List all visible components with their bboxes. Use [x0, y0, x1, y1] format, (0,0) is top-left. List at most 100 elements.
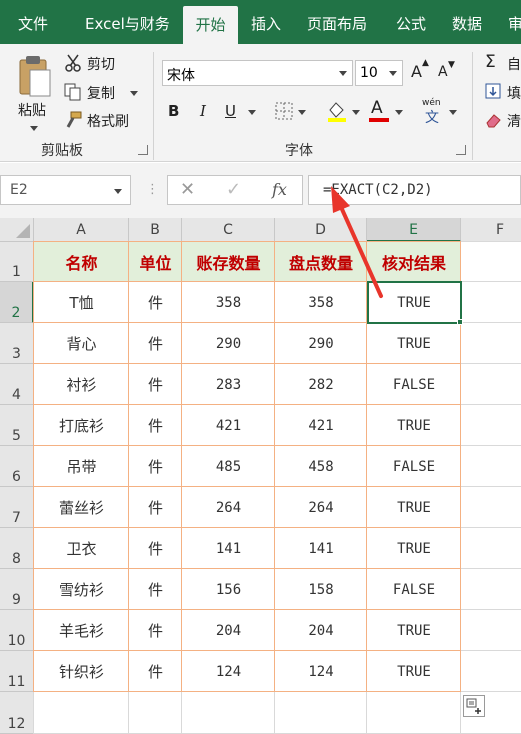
table-cell[interactable]: TRUE [367, 405, 461, 446]
italic-button[interactable]: I [200, 102, 206, 120]
header-cell[interactable]: 单位 [129, 242, 182, 282]
font-name-select[interactable]: 宋体 [162, 60, 353, 86]
table-cell[interactable]: 打底衫 [34, 405, 129, 446]
header-cell[interactable]: 名称 [34, 242, 129, 282]
row-header-1[interactable]: 1 [0, 242, 34, 282]
clear-button[interactable]: 清 [485, 109, 521, 131]
table-cell[interactable]: 358 [275, 282, 367, 323]
table-cell[interactable]: 158 [275, 569, 367, 610]
phonetic-dropdown-icon[interactable] [449, 110, 457, 115]
underline-button[interactable]: U [225, 102, 236, 120]
tab-data[interactable]: 数据 [452, 0, 482, 44]
column-header-d[interactable]: D [275, 218, 367, 242]
tab-home[interactable]: 开始 [183, 6, 238, 44]
row-header-7[interactable]: 7 [0, 487, 34, 528]
table-cell[interactable]: 283 [182, 364, 275, 405]
table-cell[interactable]: 针织衫 [34, 651, 129, 692]
row-header-3[interactable]: 3 [0, 323, 34, 364]
select-all-corner[interactable] [0, 218, 34, 242]
table-cell[interactable]: 衬衫 [34, 364, 129, 405]
table-cell[interactable]: 羊毛衫 [34, 610, 129, 651]
table-cell[interactable]: 421 [182, 405, 275, 446]
column-header-f[interactable]: F [461, 218, 521, 242]
header-cell[interactable]: 盘点数量 [275, 242, 367, 282]
row-header-9[interactable]: 9 [0, 569, 34, 610]
name-box[interactable]: E2 [0, 175, 131, 205]
table-cell[interactable]: 124 [182, 651, 275, 692]
table-cell[interactable]: TRUE [367, 487, 461, 528]
table-cell[interactable]: 458 [275, 446, 367, 487]
table-cell[interactable]: 件 [129, 323, 182, 364]
table-cell[interactable]: TRUE [367, 528, 461, 569]
tab-file[interactable]: 文件 [18, 0, 48, 44]
table-cell[interactable]: 件 [129, 405, 182, 446]
table-cell[interactable]: 件 [129, 364, 182, 405]
format-painter-button[interactable]: 格式刷 [64, 109, 140, 131]
table-cell[interactable]: 264 [182, 487, 275, 528]
fill-color-icon[interactable] [326, 100, 348, 122]
table-cell[interactable]: 290 [275, 323, 367, 364]
cancel-icon[interactable]: ✕ [180, 179, 195, 200]
fill-button[interactable]: 填 [485, 81, 521, 103]
table-cell[interactable]: 件 [129, 528, 182, 569]
copy-button[interactable]: 复制 [64, 81, 140, 103]
decrease-font-size-button[interactable]: A ▼ [438, 60, 456, 86]
table-cell[interactable]: 141 [275, 528, 367, 569]
row-header-8[interactable]: 8 [0, 528, 34, 569]
insert-function-button[interactable]: fx [272, 180, 287, 199]
quick-analysis-button[interactable] [463, 695, 485, 717]
table-cell[interactable]: 204 [275, 610, 367, 651]
table-cell[interactable]: 141 [182, 528, 275, 569]
row-header-5[interactable]: 5 [0, 405, 34, 446]
border-dropdown-icon[interactable] [298, 110, 306, 115]
font-launcher-icon[interactable] [456, 145, 466, 155]
table-cell[interactable]: FALSE [367, 446, 461, 487]
autosum-button[interactable]: Σ 自 [485, 52, 521, 74]
font-color-dropdown-icon[interactable] [395, 110, 403, 115]
table-cell[interactable]: TRUE [367, 651, 461, 692]
bold-button[interactable]: B [168, 102, 179, 120]
column-header-a[interactable]: A [34, 218, 129, 242]
fill-color-dropdown-icon[interactable] [352, 110, 360, 115]
header-cell[interactable]: 账存数量 [182, 242, 275, 282]
table-cell[interactable]: 件 [129, 282, 182, 323]
table-cell[interactable]: 282 [275, 364, 367, 405]
table-cell[interactable]: 背心 [34, 323, 129, 364]
table-cell[interactable]: 156 [182, 569, 275, 610]
table-cell[interactable]: 吊带 [34, 446, 129, 487]
table-cell[interactable]: 件 [129, 651, 182, 692]
header-cell[interactable]: 核对结果 [367, 242, 461, 282]
table-cell[interactable]: 件 [129, 446, 182, 487]
table-cell[interactable]: 蕾丝衫 [34, 487, 129, 528]
table-cell[interactable]: T恤 [34, 282, 129, 323]
enter-icon[interactable]: ✓ [226, 179, 241, 200]
table-cell[interactable]: TRUE [367, 323, 461, 364]
table-cell[interactable]: 421 [275, 405, 367, 446]
table-cell[interactable]: 124 [275, 651, 367, 692]
table-cell[interactable]: 件 [129, 610, 182, 651]
row-header-2[interactable]: 2 [0, 282, 34, 323]
row-header-4[interactable]: 4 [0, 364, 34, 405]
table-cell[interactable]: 264 [275, 487, 367, 528]
table-cell[interactable]: 290 [182, 323, 275, 364]
table-cell[interactable]: 件 [129, 487, 182, 528]
border-icon[interactable] [275, 102, 293, 120]
row-header-12[interactable]: 12 [0, 692, 34, 734]
tab-formulas[interactable]: 公式 [396, 0, 426, 44]
column-header-e[interactable]: E [367, 218, 461, 242]
table-cell[interactable]: FALSE [367, 364, 461, 405]
table-cell[interactable]: 卫衣 [34, 528, 129, 569]
table-cell[interactable]: 204 [182, 610, 275, 651]
fill-handle[interactable] [457, 319, 463, 325]
formula-input[interactable]: =EXACT(C2,D2) [308, 175, 521, 205]
drag-handle-icon[interactable]: ⋮ [146, 182, 159, 197]
font-color-button[interactable]: A [368, 98, 390, 124]
table-cell[interactable]: 件 [129, 569, 182, 610]
row-header-10[interactable]: 10 [0, 610, 34, 651]
tab-insert[interactable]: 插入 [251, 0, 281, 44]
increase-font-size-button[interactable]: A ▲ [411, 58, 429, 84]
table-cell[interactable]: FALSE [367, 569, 461, 610]
font-size-select[interactable]: 10 [355, 60, 403, 86]
phonetic-button[interactable]: wén 文 [420, 98, 446, 126]
table-cell[interactable]: 358 [182, 282, 275, 323]
